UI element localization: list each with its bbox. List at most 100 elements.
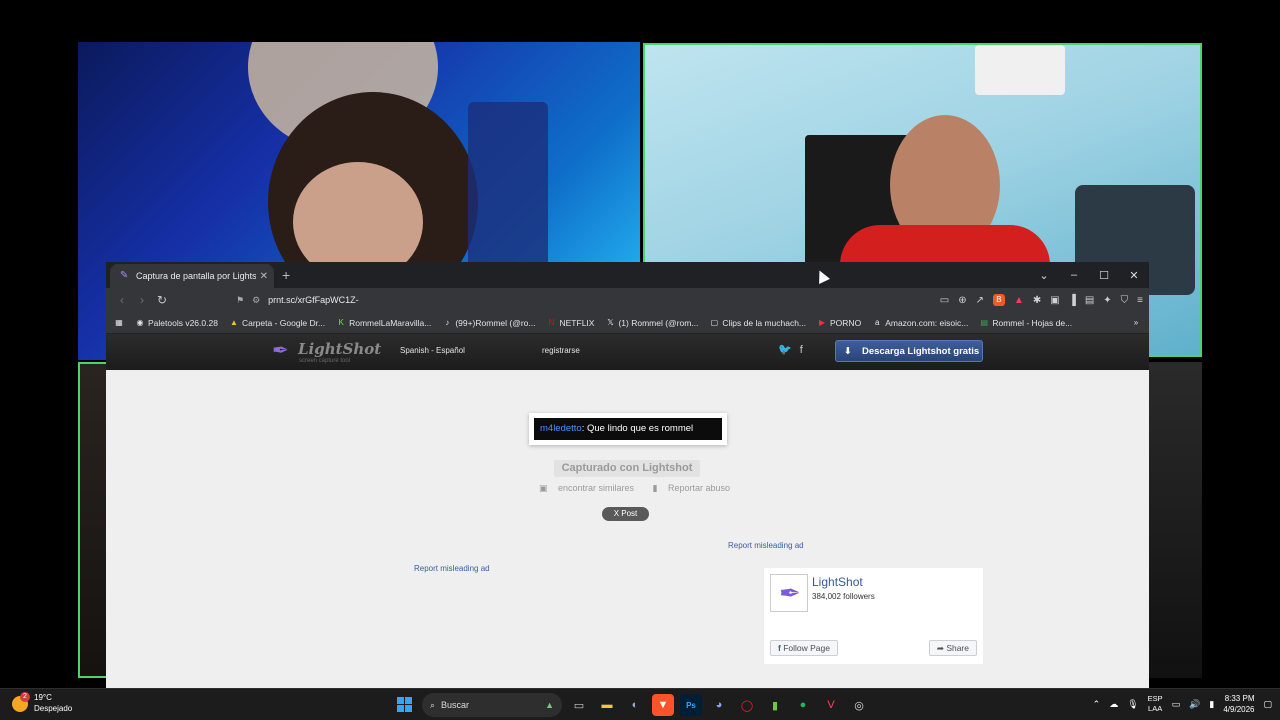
toolbar: ‹ › ↻ ⚑ ⚙ prnt.sc/xrGfFapWC1Z- ▭ ⊕ ↗ B ▲… [106,288,1149,312]
bookmark-icon[interactable]: ⚑ [236,295,244,306]
tab-lightshot[interactable]: ✎ Captura de pantalla por Lightshot ✕ [110,264,274,288]
task-view-icon[interactable]: ▭ [568,694,590,716]
steam-icon[interactable]: ◐ [624,694,646,716]
tab-title: Captura de pantalla por Lightshot [136,271,256,281]
tab-search-icon[interactable]: ⌄ [1029,269,1059,282]
lightshot-header: ✒ LightShot screen capture tool Spanish … [106,334,1149,370]
file-explorer-icon[interactable]: ▬ [596,694,618,716]
extensions-icon[interactable]: ✱ [1033,295,1041,306]
weather-widget[interactable]: 2 19°C Despejado [12,692,73,715]
sheets-icon: ▤ [980,318,989,327]
tray-overflow-icon[interactable]: ⌃ [1093,699,1101,710]
bookmark-item[interactable]: a Amazon.com: eisoic... [872,318,968,328]
search-placeholder: Buscar [441,700,470,710]
report-abuse-link[interactable]: ▮ Reportar abuso [653,483,739,493]
bookmark-item[interactable]: N NETFLIX [547,318,595,328]
share-button[interactable]: ➦ Share [928,640,977,656]
screenshot-image[interactable]: m4ledetto: Que lindo que es rommel [529,413,727,445]
volume-icon[interactable]: 🔊 [1189,699,1200,710]
obs-icon[interactable]: ◎ [848,694,870,716]
apps-grid-icon[interactable]: ▦ [114,318,124,327]
lightshot-page-avatar[interactable]: ✒ [770,574,808,612]
bookmark-item[interactable]: ◉ Paletools v26.0.28 [135,318,218,328]
taskbar-search[interactable]: ⌕ Buscar ▲ [422,693,562,717]
notifications-icon[interactable]: ▢ [1263,699,1272,710]
clock[interactable]: 8:33 PM 4/9/2026 [1223,693,1254,715]
fb-followers: 384,002 followers [812,592,875,601]
fb-page-name[interactable]: LightShot [812,575,863,589]
address-bar[interactable]: ⚑ ⚙ prnt.sc/xrGfFapWC1Z- [236,290,876,310]
spotify-icon[interactable]: ● [792,694,814,716]
microphone-icon[interactable]: 🎙 [1127,699,1138,710]
new-tab-icon[interactable]: + [282,267,290,283]
language-selector[interactable]: Spanish - Español [400,346,465,355]
tab-bar: ✎ Captura de pantalla por Lightshot ✕ + … [106,262,1149,288]
bookmarks-bar: ▦ ◉ Paletools v26.0.28 ▲ Carpeta - Google … [106,312,1149,334]
more-bookmarks-icon[interactable]: » [1131,318,1141,327]
social-links: 🐦 f [778,343,811,356]
bookmark-item[interactable]: ▲ Carpeta - Google Dr... [229,318,325,328]
x-post-button[interactable]: X Post [602,507,649,521]
bookmark-item[interactable]: ♪ (99+)Rommel (@ro... [442,318,535,328]
cast-icon[interactable]: ▭ [940,295,949,306]
share-icon[interactable]: ↗ [976,295,984,306]
find-similar-link[interactable]: ▣ encontrar similares [539,483,642,493]
battery-icon[interactable]: ▮ [1209,699,1214,710]
app-icon[interactable]: ▮ [764,694,786,716]
brave-rewards-icon[interactable]: ▲ [1014,295,1024,306]
brave-icon[interactable]: ▼ [652,694,674,716]
image-icon: ▣ [539,483,551,493]
report-ad-link-left[interactable]: Report misleading ad [414,564,490,573]
windows-start-icon[interactable] [394,694,416,716]
maximize-icon[interactable]: ☐ [1089,269,1119,282]
discord-icon[interactable]: ◕ [708,694,730,716]
lightshot-logo[interactable]: ✒ LightShot screen capture tool [272,338,381,366]
bookmark-item[interactable]: ▤ Rommel - Hojas de... [979,318,1073,328]
temperature: 19°C [34,693,52,702]
back-icon[interactable]: ‹ [112,293,132,307]
register-link[interactable]: registrarse [542,346,580,355]
minimize-icon[interactable]: – [1059,269,1089,281]
network-icon[interactable]: ▭ [1172,699,1181,710]
image-actions: ▣ encontrar similares ▮ Reportar abuso [539,483,746,494]
site-info-icon[interactable]: ⚙ [252,295,260,306]
facebook-widget: ✒ LightShot 384,002 followers f Follow P… [764,568,983,664]
vpn-icon[interactable]: ⛉ [1121,295,1129,306]
valorant-icon[interactable]: V [820,694,842,716]
bookmark-item[interactable]: K RommelLaMaravilla... [336,318,431,328]
opera-icon[interactable]: ◯ [736,694,758,716]
forward-icon[interactable]: › [132,293,152,307]
reload-icon[interactable]: ↻ [152,293,172,307]
leo-ai-icon[interactable]: ✦ [1103,295,1111,306]
bookmark-item[interactable]: 𝕏 (1) Rommel (@rom... [605,318,698,328]
youtube-icon: ▶ [818,318,826,327]
download-button[interactable]: ⬇ Descarga Lightshot gratis [835,340,983,362]
taskbar: 2 19°C Despejado ⌕ Buscar ▲ ▭ ▬ ◐ ▼ Ps ◕… [0,688,1280,720]
bookmark-item[interactable]: ▶ PORNO [817,318,861,328]
input-language[interactable]: ESP LAA [1148,694,1163,714]
zoom-icon[interactable]: ⊕ [958,295,966,306]
close-window-icon[interactable]: ✕ [1119,269,1149,282]
close-tab-icon[interactable]: ✕ [260,271,268,282]
globe-icon: ◉ [136,318,144,327]
menu-icon[interactable]: ≡ [1137,295,1143,306]
report-ad-link-right[interactable]: Report misleading ad [728,541,804,550]
facebook-icon[interactable]: f [800,344,803,356]
weather-sun-icon: 2 [12,692,30,712]
weather-description: Despejado [34,704,73,713]
trash-icon: ▮ [652,483,661,493]
search-highlight-icon: ▲ [545,700,554,710]
twitter-icon[interactable]: 🐦 [778,344,792,356]
brave-shields-icon[interactable]: B [992,294,1005,306]
onedrive-icon[interactable]: ☁ [1109,699,1118,710]
x-icon: 𝕏 [607,318,614,327]
photoshop-icon[interactable]: Ps [680,694,702,716]
wallet-icon[interactable]: ▤ [1085,295,1094,306]
bookmark-item[interactable]: ▢ Clips de la muchach... [709,318,806,328]
screenshot-icon[interactable]: ▣ [1050,295,1059,306]
sidebar-icon[interactable]: ▐ [1069,295,1076,306]
netflix-icon: N [548,318,555,327]
download-icon: ⬇ [844,345,852,357]
url-text: prnt.sc/xrGfFapWC1Z- [268,295,359,305]
follow-page-button[interactable]: f Follow Page [770,640,838,656]
